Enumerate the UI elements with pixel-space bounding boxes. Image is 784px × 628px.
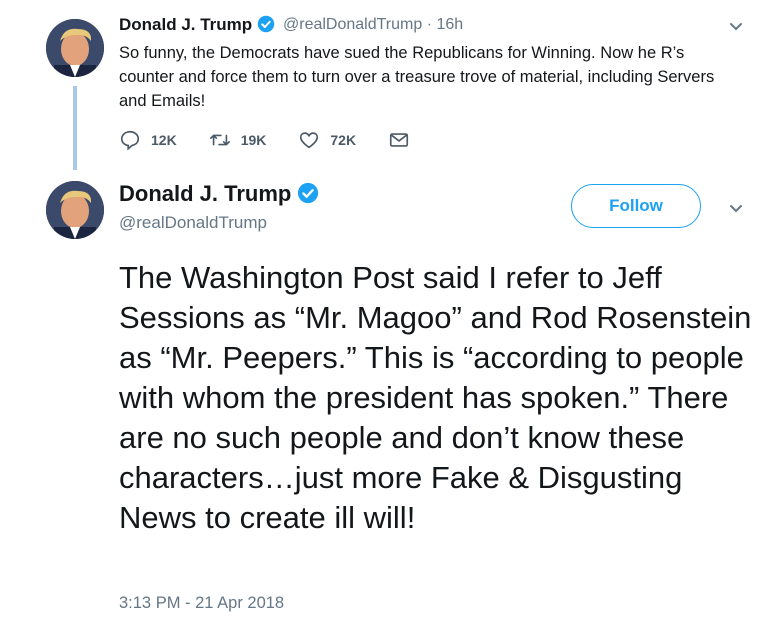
envelope-icon bbox=[389, 133, 409, 147]
tweet2-author-name[interactable]: Donald J. Trump bbox=[119, 181, 291, 206]
follow-button[interactable]: Follow bbox=[571, 184, 701, 228]
reply-count: 12K bbox=[151, 132, 177, 148]
avatar[interactable] bbox=[46, 181, 104, 239]
avatar-image bbox=[46, 181, 104, 239]
tweet2-timestamp[interactable]: 3:13 PM - 21 Apr 2018 bbox=[119, 594, 284, 613]
tweet1-text: So funny, the Democrats have sued the Re… bbox=[119, 44, 715, 110]
like-count: 72K bbox=[330, 132, 357, 148]
retweet-icon bbox=[209, 134, 230, 146]
verified-badge-icon bbox=[257, 15, 275, 33]
tweet1-author-name[interactable]: Donald J. Trump bbox=[119, 15, 252, 34]
reply-button[interactable]: 12K bbox=[119, 129, 177, 151]
avatar[interactable] bbox=[46, 19, 104, 77]
like-button[interactable]: 72K bbox=[298, 129, 356, 151]
tweet1-actions: 12K 19K 72K bbox=[119, 129, 452, 151]
dm-button[interactable] bbox=[388, 129, 420, 151]
verified-badge-icon bbox=[297, 182, 319, 204]
avatar-image bbox=[46, 19, 104, 77]
heart-icon bbox=[300, 132, 319, 149]
tweet2-text: The Washington Post said I refer to Jeff… bbox=[119, 260, 752, 535]
thread-line bbox=[73, 86, 77, 170]
tweet2-author[interactable]: Donald J. Trump bbox=[119, 181, 319, 207]
retweet-count: 19K bbox=[240, 132, 267, 148]
tweet2-handle[interactable]: @realDonaldTrump bbox=[119, 213, 267, 233]
tweet1-meta: @realDonaldTrump · 16h bbox=[283, 16, 463, 34]
chevron-down-icon[interactable] bbox=[726, 198, 746, 223]
tweet1-handle[interactable]: @realDonaldTrump bbox=[283, 16, 422, 33]
reply-icon bbox=[120, 130, 140, 151]
chevron-down-icon[interactable] bbox=[726, 16, 746, 41]
retweet-button[interactable]: 19K bbox=[209, 129, 267, 151]
tweet1-author[interactable]: Donald J. Trump bbox=[119, 15, 275, 35]
tweet1-time[interactable]: · 16h bbox=[427, 16, 463, 33]
